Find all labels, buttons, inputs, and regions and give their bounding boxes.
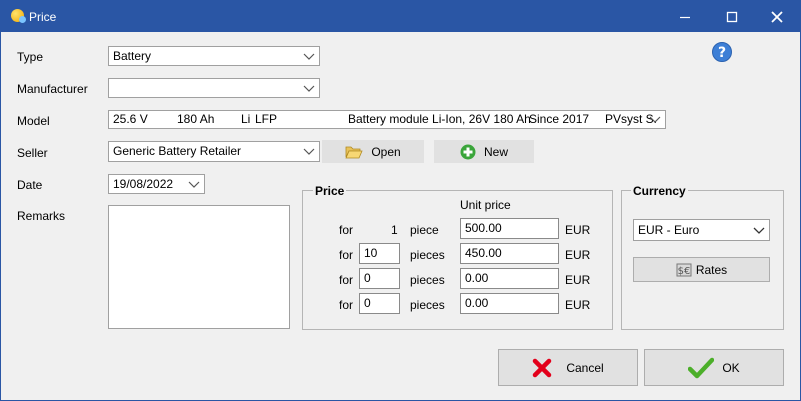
manufacturer-label: Manufacturer bbox=[17, 82, 88, 96]
ok-label: OK bbox=[722, 360, 740, 375]
currency-select[interactable]: EUR - Euro bbox=[633, 219, 770, 241]
price-row-qty: 1 bbox=[391, 223, 398, 237]
chevron-down-icon bbox=[303, 148, 315, 155]
price-row-for: for bbox=[339, 223, 354, 237]
model-since: Since 2017 bbox=[529, 112, 590, 126]
chevron-down-icon bbox=[303, 85, 315, 92]
minimize-button[interactable] bbox=[662, 1, 708, 32]
price-row-for: for bbox=[339, 273, 354, 287]
price-row-currency: EUR bbox=[565, 273, 591, 287]
price-row-unit: pieces bbox=[410, 273, 445, 287]
price-row-price-input[interactable]: 0.00 bbox=[460, 268, 559, 289]
date-label: Date bbox=[17, 178, 43, 192]
open-label: Open bbox=[371, 144, 401, 159]
chevron-down-icon bbox=[188, 181, 200, 188]
currency-value: EUR - Euro bbox=[638, 223, 700, 237]
price-row-price-input[interactable]: 0.00 bbox=[460, 293, 559, 314]
rates-button[interactable]: $€ Rates bbox=[633, 257, 770, 282]
help-button[interactable]: ? bbox=[712, 42, 732, 65]
cancel-button[interactable]: Cancel bbox=[498, 349, 638, 386]
price-dialog: Price ? Type Battery Manufacturer Model … bbox=[0, 0, 801, 401]
price-group-title: Price bbox=[313, 184, 347, 198]
checkmark-icon bbox=[688, 357, 715, 379]
price-row-price-input[interactable]: 450.00 bbox=[460, 243, 559, 264]
help-icon: ? bbox=[712, 42, 732, 62]
manufacturer-select[interactable] bbox=[108, 78, 320, 98]
price-row-price-input[interactable]: 500.00 bbox=[460, 218, 559, 239]
svg-text:$€: $€ bbox=[677, 266, 690, 277]
currency-group-title: Currency bbox=[631, 184, 688, 198]
remarks-textarea[interactable] bbox=[108, 205, 290, 329]
model-voltage: 25.6 V bbox=[113, 112, 148, 126]
price-row-qty-input[interactable]: 0 bbox=[359, 268, 400, 289]
new-button[interactable]: New bbox=[434, 140, 534, 163]
price-row-currency: EUR bbox=[565, 223, 591, 237]
window-title: Price bbox=[29, 10, 57, 24]
chevron-down-icon bbox=[753, 227, 765, 234]
seller-select[interactable]: Generic Battery Retailer bbox=[108, 141, 320, 162]
price-row-for: for bbox=[339, 248, 354, 262]
rates-label: Rates bbox=[695, 262, 728, 277]
currency-exchange-icon: $€ bbox=[676, 262, 692, 278]
maximize-icon bbox=[726, 11, 738, 22]
type-label: Type bbox=[17, 50, 44, 64]
price-row-unit: piece bbox=[410, 223, 439, 237]
unit-price-header: Unit price bbox=[460, 198, 511, 212]
model-label: Model bbox=[17, 114, 50, 128]
date-picker[interactable]: 19/08/2022 bbox=[108, 174, 205, 194]
model-description: Battery module Li-Ion, 26V 180 Ah bbox=[348, 112, 531, 126]
model-select[interactable]: 25.6 V 180 Ah Li LFP Battery module Li-I… bbox=[108, 110, 666, 129]
model-capacity: 180 Ah bbox=[177, 112, 215, 126]
type-select[interactable]: Battery bbox=[108, 46, 320, 66]
cancel-label: Cancel bbox=[566, 360, 604, 375]
close-icon bbox=[771, 10, 783, 23]
chevron-down-icon bbox=[649, 116, 661, 123]
seller-label: Seller bbox=[17, 146, 48, 160]
app-icon bbox=[11, 9, 26, 23]
price-row-qty-input[interactable]: 10 bbox=[359, 243, 400, 264]
open-button[interactable]: Open bbox=[322, 140, 424, 163]
svg-text:?: ? bbox=[718, 45, 726, 61]
remarks-label: Remarks bbox=[17, 209, 66, 223]
price-row-currency: EUR bbox=[565, 298, 591, 312]
title-bar: Price bbox=[1, 1, 800, 32]
close-button[interactable] bbox=[754, 1, 800, 32]
date-value: 19/08/2022 bbox=[113, 177, 174, 191]
model-chemistry: LFP bbox=[255, 112, 278, 126]
maximize-button[interactable] bbox=[709, 1, 755, 32]
price-row-for: for bbox=[339, 298, 354, 312]
price-row-unit: pieces bbox=[410, 298, 445, 312]
seller-value: Generic Battery Retailer bbox=[113, 144, 242, 158]
price-row-currency: EUR bbox=[565, 248, 591, 262]
new-label: New bbox=[483, 144, 508, 159]
price-row-unit: pieces bbox=[410, 248, 445, 262]
type-value: Battery bbox=[113, 49, 152, 63]
cancel-x-icon bbox=[532, 358, 552, 378]
minimize-icon bbox=[680, 16, 690, 18]
plus-circle-icon bbox=[460, 144, 476, 160]
ok-button[interactable]: OK bbox=[644, 349, 784, 386]
price-row-qty-input[interactable]: 0 bbox=[359, 293, 400, 314]
folder-open-icon bbox=[345, 145, 363, 159]
chevron-down-icon bbox=[303, 53, 315, 60]
model-tech: Li bbox=[241, 112, 251, 126]
